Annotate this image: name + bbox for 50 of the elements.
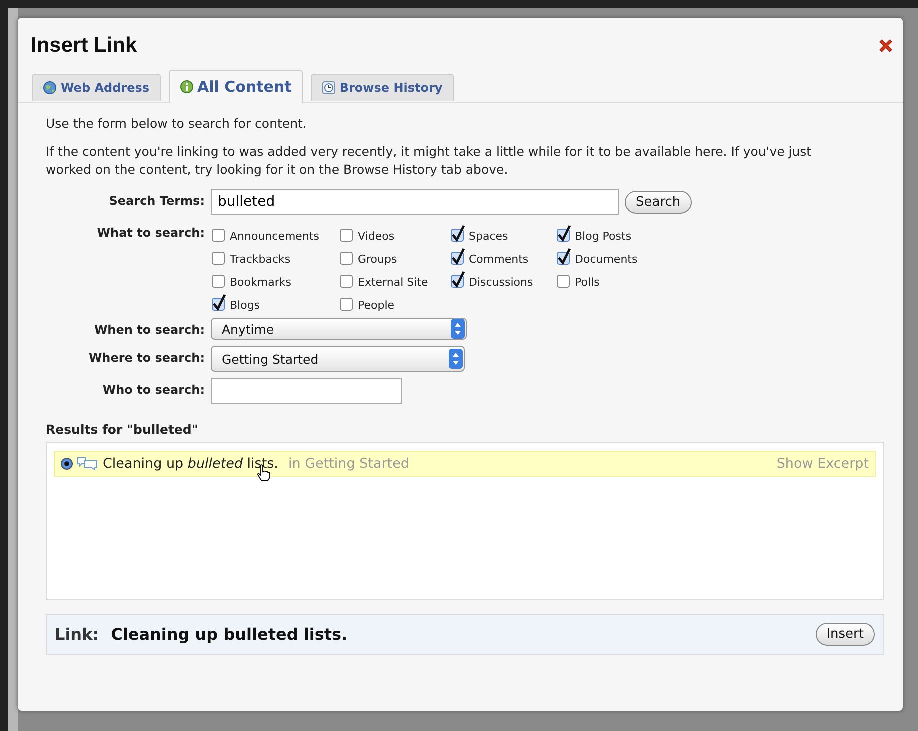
- checkbox-label: Videos: [358, 230, 395, 243]
- globe-icon: [43, 81, 57, 95]
- radio-button[interactable]: [61, 458, 73, 470]
- dropdown[interactable]: Getting Started: [211, 346, 465, 372]
- checkbox-label: Polls: [575, 276, 600, 289]
- checkbox[interactable]: [450, 224, 466, 243]
- checkbox-label: People: [358, 299, 395, 312]
- close-icon[interactable]: [877, 37, 895, 55]
- checkbox-label: Announcements: [230, 230, 320, 243]
- checkbox-label: Trackbacks: [230, 253, 291, 266]
- field-label: Who to search:: [102, 382, 206, 397]
- checkbox[interactable]: [556, 224, 572, 243]
- stepper-icon: [449, 349, 463, 369]
- tab[interactable]: Browse History: [310, 74, 454, 101]
- who-field[interactable]: [211, 378, 402, 404]
- speech-bubbles-icon: [77, 456, 99, 472]
- search-field[interactable]: bulleted: [211, 189, 619, 215]
- checkbox-label: Blog Posts: [575, 230, 632, 243]
- checkbox[interactable]: [211, 293, 227, 312]
- checkbox-label: Spaces: [469, 230, 508, 243]
- stepper-icon: [451, 319, 465, 339]
- dropdown[interactable]: Anytime: [211, 318, 467, 340]
- checkbox-label: External Site: [358, 276, 428, 289]
- insert-button[interactable]: Insert: [816, 623, 875, 646]
- checkbox-label: Bookmarks: [230, 276, 292, 289]
- field-label: What to search:: [96, 225, 206, 240]
- clock-icon: [322, 81, 336, 95]
- checkbox-label: Comments: [469, 253, 529, 266]
- tab[interactable]: All Content: [168, 70, 303, 103]
- field-label: When to search:: [93, 322, 206, 337]
- checkbox-label: Discussions: [469, 276, 534, 289]
- link-value: Cleaning up bulleted lists.: [111, 625, 349, 644]
- field-label: Where to search:: [88, 350, 206, 365]
- result-location: in Getting Started: [288, 456, 410, 472]
- checkbox-label: Blogs: [230, 299, 260, 312]
- dialog-title: Insert Link: [31, 34, 138, 58]
- checkbox[interactable]: [450, 247, 466, 266]
- instruction-text: If the content you're linking to was added very recently, it might take a little while for it to be available here. If you've just worked on the content, try looking for it on the Browse History tab above.: [46, 143, 813, 179]
- search-button[interactable]: Search: [625, 190, 692, 214]
- checkbox-label: Documents: [575, 253, 638, 266]
- checkbox-label: Groups: [358, 253, 398, 266]
- tab[interactable]: Web Address: [32, 74, 161, 101]
- instruction-text: Use the form below to search for content.: [46, 115, 308, 133]
- result-title[interactable]: Cleaning up bulleted lists.: [103, 456, 278, 472]
- results-heading: Results for "bulleted": [46, 422, 200, 437]
- link-label: Link:: [55, 625, 100, 644]
- field-label: Search Terms:: [108, 193, 206, 208]
- checkbox[interactable]: [556, 247, 572, 266]
- info-icon: [180, 80, 194, 94]
- checkbox[interactable]: [450, 270, 466, 289]
